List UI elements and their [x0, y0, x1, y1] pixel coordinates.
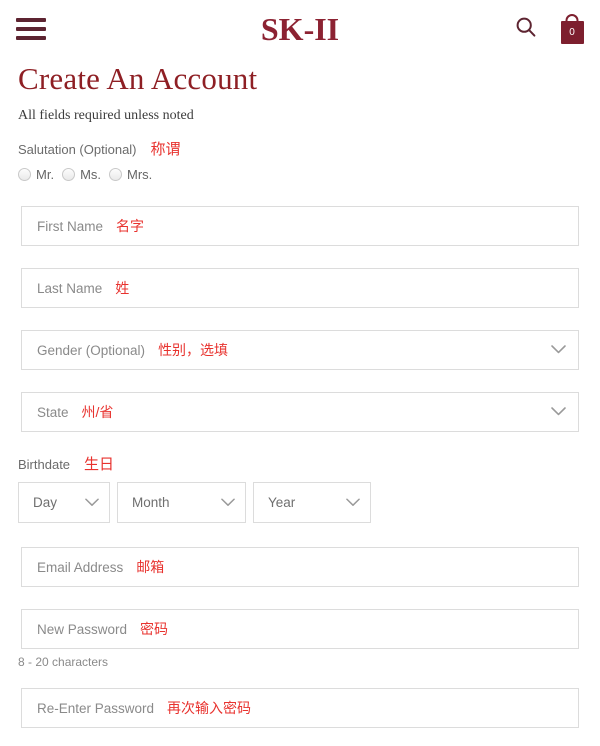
- first-name-placeholder: First Name: [37, 218, 104, 234]
- reenter-password-placeholder: Re-Enter Password: [37, 700, 155, 716]
- birthdate-label: Birthdate: [18, 457, 71, 472]
- last-name-input-content: Last Name 姓: [37, 279, 566, 298]
- salutation-option-mrs-label: Mrs.: [127, 167, 153, 182]
- salutation-label-row: Salutation (Optional) 称谓: [18, 141, 600, 159]
- new-password-annotation-zh: 密码: [140, 620, 169, 637]
- email-input[interactable]: Email Address 邮箱: [21, 547, 579, 587]
- state-select[interactable]: State 州/省: [21, 392, 579, 432]
- hamburger-bar-3: [16, 36, 46, 40]
- birthdate-day-select[interactable]: Day: [18, 482, 110, 523]
- email-placeholder: Email Address: [37, 559, 124, 575]
- birthdate-year-select[interactable]: Year: [253, 482, 371, 523]
- new-password-input[interactable]: New Password 密码: [21, 609, 579, 649]
- shopping-bag-icon[interactable]: 0: [560, 14, 584, 44]
- radio-button-icon[interactable]: [18, 168, 31, 181]
- birthdate-month-placeholder: Month: [132, 494, 170, 510]
- chevron-down-icon[interactable]: [551, 341, 566, 359]
- salutation-option-mr-label: Mr.: [36, 167, 55, 182]
- search-icon[interactable]: [514, 15, 538, 44]
- gender-select-content: Gender (Optional) 性别，选填: [37, 341, 551, 360]
- birthdate-year-placeholder: Year: [268, 494, 296, 510]
- last-name-annotation-zh: 姓: [115, 279, 130, 296]
- reenter-password-annotation-zh: 再次输入密码: [167, 699, 252, 716]
- salutation-label: Salutation (Optional): [18, 142, 137, 157]
- salutation-option-ms-label: Ms.: [80, 167, 102, 182]
- email-input-content: Email Address 邮箱: [37, 558, 566, 577]
- salutation-option-mr[interactable]: Mr.: [18, 167, 54, 182]
- reenter-password-input[interactable]: Re-Enter Password 再次输入密码: [21, 688, 579, 728]
- chevron-down-icon[interactable]: [346, 494, 360, 512]
- salutation-option-mrs[interactable]: Mrs.: [109, 167, 152, 182]
- first-name-input[interactable]: First Name 名字: [21, 206, 579, 246]
- site-header: SK-II 0: [0, 0, 600, 58]
- last-name-input[interactable]: Last Name 姓: [21, 268, 579, 308]
- chevron-down-icon[interactable]: [551, 403, 566, 421]
- first-name-input-content: First Name 名字: [37, 217, 566, 236]
- gender-placeholder: Gender (Optional): [37, 342, 146, 358]
- site-logo[interactable]: SK-II: [0, 10, 600, 48]
- birthdate-label-row: Birthdate 生日: [18, 456, 600, 474]
- password-helper-text: 8 - 20 characters: [18, 655, 109, 669]
- radio-button-icon[interactable]: [62, 168, 76, 181]
- new-password-input-content: New Password 密码: [37, 620, 566, 639]
- birthdate-annotation-zh: 生日: [84, 456, 115, 473]
- salutation-option-ms[interactable]: Ms.: [62, 167, 101, 182]
- birthdate-day-placeholder: Day: [33, 494, 58, 510]
- shopping-bag-handle: [565, 14, 579, 25]
- create-account-form: Salutation (Optional) 称谓 Mr. Ms. Mrs. Fi…: [0, 141, 600, 728]
- birthdate-month-select[interactable]: Month: [117, 482, 246, 523]
- header-actions: 0: [514, 14, 584, 44]
- salutation-annotation-zh: 称谓: [150, 141, 181, 158]
- chevron-down-icon[interactable]: [221, 494, 235, 512]
- email-annotation-zh: 邮箱: [136, 558, 165, 575]
- page-subtitle: All fields required unless noted: [18, 108, 194, 123]
- hamburger-bar-1: [16, 18, 46, 22]
- radio-button-icon[interactable]: [109, 168, 123, 181]
- birthdate-selects: Day Month Year: [18, 482, 600, 523]
- state-select-content: State 州/省: [37, 403, 551, 422]
- salutation-radio-group: Mr. Ms. Mrs.: [18, 167, 600, 182]
- page-title: Create An Account: [18, 61, 258, 96]
- new-password-placeholder: New Password: [37, 621, 128, 637]
- state-annotation-zh: 州/省: [81, 403, 114, 420]
- state-placeholder: State: [37, 404, 69, 420]
- reenter-password-input-content: Re-Enter Password 再次输入密码: [37, 699, 566, 718]
- last-name-placeholder: Last Name: [37, 280, 103, 296]
- chevron-down-icon[interactable]: [85, 494, 99, 512]
- gender-select[interactable]: Gender (Optional) 性别，选填: [21, 330, 579, 370]
- first-name-annotation-zh: 名字: [116, 217, 145, 234]
- hamburger-bar-2: [16, 27, 46, 31]
- gender-annotation-zh: 性别，选填: [158, 341, 229, 358]
- hamburger-menu-icon[interactable]: [16, 18, 46, 40]
